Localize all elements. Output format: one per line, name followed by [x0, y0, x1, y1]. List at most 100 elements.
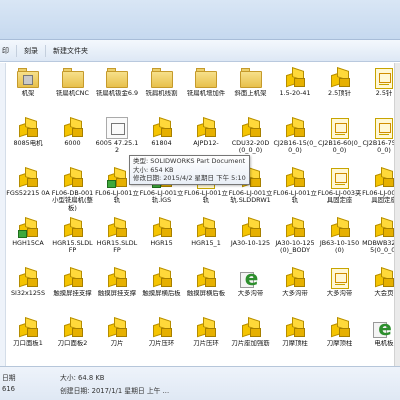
file-label: SI32x125S [10, 290, 46, 297]
file-label: 刀片 [110, 340, 124, 347]
part-icon [238, 216, 264, 240]
navigation-pane-edge [0, 63, 6, 366]
assembly-icon [104, 166, 130, 190]
file-item[interactable]: 机架 [6, 65, 50, 110]
part-icon [327, 66, 353, 90]
file-item[interactable]: 刀片座加强筋 [229, 315, 273, 360]
file-label: 触摸屏挂支撑 [53, 290, 92, 297]
file-item[interactable]: 刀片压环 [184, 315, 228, 360]
file-item[interactable]: 刀口面板1 [6, 315, 50, 360]
file-item[interactable]: 刀片压环 [140, 315, 184, 360]
file-label: HGR15.SLDLFP [52, 240, 93, 255]
file-item[interactable]: 斜面上机架 [229, 65, 273, 110]
file-item[interactable]: 触摸屏挂支撑 [51, 265, 95, 310]
file-label: 触摸屏横后板 [186, 290, 226, 297]
file-item[interactable]: CJ2B16-60(0_0_0) [318, 115, 362, 160]
file-label: FGS52215 0A [6, 190, 50, 197]
file-item[interactable]: HGR15_1 [184, 215, 228, 260]
file-label: 6000 [64, 140, 81, 147]
file-item[interactable]: FL06-DB-001小型铣扁机(整板) [51, 165, 95, 212]
file-item[interactable]: 刀口面板2 [51, 315, 95, 360]
part-icon [238, 116, 264, 140]
file-label: CJ2B16-60(0_0_0) [317, 140, 362, 155]
file-item[interactable]: 8085电机 [6, 115, 50, 160]
file-label: JB63-10-150(0) [319, 240, 360, 255]
file-item[interactable]: 6005 47.25.12 [95, 115, 139, 160]
file-label: 6005 47.25.12 [95, 140, 139, 155]
file-item[interactable]: FL06-LJ-001立轨 [273, 165, 317, 210]
part-icon [149, 216, 175, 240]
file-label: HGR15_1 [191, 240, 221, 247]
file-label: 铣扁机增加件 [186, 90, 226, 97]
file-item[interactable]: 2.5顶针 [318, 65, 362, 110]
file-label: HGR15.SLDLFP [96, 240, 138, 255]
file-item[interactable]: 61804 [140, 115, 184, 160]
details-count: 616 [2, 385, 15, 393]
file-item[interactable]: FGS52215 0A [6, 165, 50, 210]
file-label: CDU32-20D(0_0_0) [231, 140, 270, 155]
part-icon [193, 216, 219, 240]
part-icon [193, 116, 219, 140]
file-item[interactable]: 触摸屏挂支撑 [95, 265, 139, 310]
file-item[interactable]: FL06-LJ-003夹具固定座 [318, 165, 362, 210]
toolbar-print-button[interactable]: 印 [0, 44, 16, 58]
file-item[interactable]: 大多沟带 [318, 265, 362, 310]
part-icon [60, 316, 86, 340]
file-item[interactable]: 1.5-20-41 [273, 65, 317, 110]
part-icon [60, 166, 86, 190]
file-item[interactable]: HGR15 [140, 215, 184, 260]
file-item[interactable]: 大多沟带 [273, 265, 317, 310]
file-item[interactable]: HGH15CA [6, 215, 50, 260]
folder-icon [193, 66, 219, 90]
file-item[interactable]: 铣扁机CNC [51, 65, 95, 110]
file-info-tooltip: 类型: SOLIDWORKS Part Document 大小: 654 KB … [129, 155, 250, 185]
file-item[interactable]: JA30-10-125 [229, 215, 273, 260]
file-item[interactable]: 触摸屏横后板 [184, 265, 228, 310]
file-label: FL06-LJ-001立轨 [273, 190, 317, 205]
file-item[interactable]: AJPD12- [184, 115, 228, 160]
file-item[interactable]: e 大多沟带 [229, 265, 273, 310]
file-label: 机架 [21, 90, 35, 97]
file-label: 刀片压环 [193, 340, 219, 347]
file-item[interactable]: 触摸屏横后板 [140, 265, 184, 310]
file-label: 刀口面板2 [57, 340, 88, 347]
file-item[interactable]: 刀摩顶柱 [273, 315, 317, 360]
toolbar-burn-button[interactable]: 刻录 [17, 44, 45, 58]
file-label: FL06-DB-001小型铣扁机(整板) [51, 190, 94, 212]
file-item[interactable]: 铣扁机线割 [140, 65, 184, 110]
part-icon [282, 66, 308, 90]
folder-icon [238, 66, 264, 90]
part-icon [149, 116, 175, 140]
file-label: 刀口面板1 [13, 340, 43, 347]
details-size: 大小: 64.8 KB [60, 374, 105, 382]
file-label: HGR15 [150, 240, 173, 247]
file-item[interactable]: 刀片 [95, 315, 139, 360]
vertical-scrollbar[interactable] [394, 63, 400, 366]
file-label: AJPD12- [193, 140, 219, 147]
toolbar-new-folder-button[interactable]: 新建文件夹 [46, 44, 95, 58]
file-label: 斜面上机架 [234, 90, 267, 97]
file-label: 61804 [151, 140, 172, 147]
file-item[interactable]: 铣扁机增加件 [184, 65, 228, 110]
file-label: 刀摩顶柱 [282, 340, 308, 347]
file-label: 8085电机 [13, 140, 43, 147]
part-icon [149, 316, 175, 340]
file-item[interactable]: 6000 [51, 115, 95, 160]
file-label: CJ2B16-15(0_0_0) [273, 140, 317, 155]
file-item[interactable]: JB63-10-150(0) [318, 215, 362, 260]
tooltip-size: 大小: 654 KB [133, 165, 174, 174]
file-label: 刀摩顶柱 [326, 340, 353, 347]
part-icon [15, 266, 41, 290]
file-label: JA30-10-125 [230, 240, 271, 247]
assembly-icon [15, 216, 41, 240]
file-item[interactable]: 铣扁机钣金6.9 [95, 65, 139, 110]
file-item[interactable]: JA30-10-125(0)_BODY [273, 215, 317, 260]
file-item[interactable]: HGR15.SLDLFP [95, 215, 139, 260]
part-icon [104, 266, 130, 290]
file-item[interactable]: HGR15.SLDLFP [51, 215, 95, 260]
file-item[interactable]: 刀摩顶柱 [318, 315, 362, 360]
file-item[interactable]: CDU32-20D(0_0_0) [229, 115, 273, 160]
details-created: 创建日期: 2017/1/1 星期日 上午 ... [60, 387, 170, 395]
file-item[interactable]: CJ2B16-15(0_0_0) [273, 115, 317, 160]
file-item[interactable]: SI32x125S [6, 265, 50, 310]
